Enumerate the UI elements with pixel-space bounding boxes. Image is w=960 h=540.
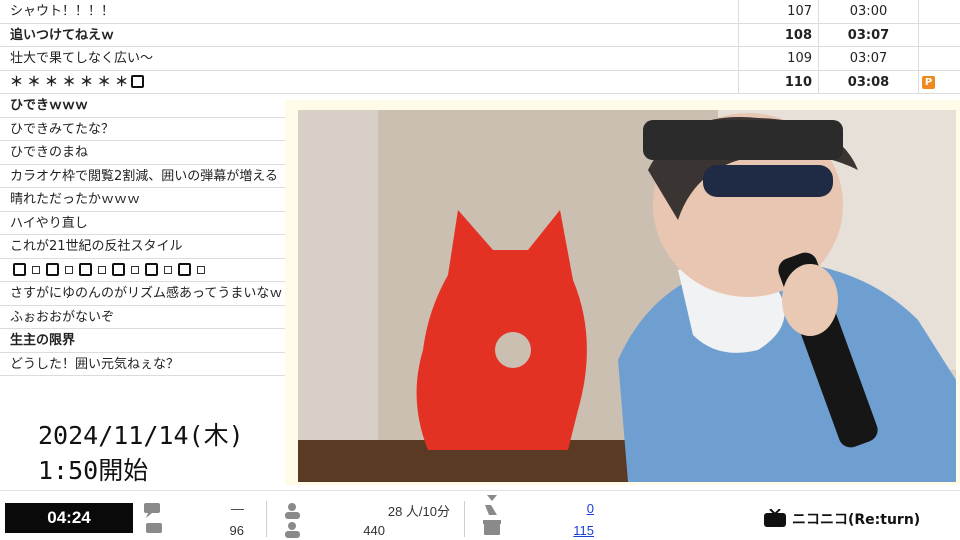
comment-time: 03:00	[818, 0, 918, 23]
comment-text: 生主の限界	[10, 333, 76, 348]
comment-mark-cell	[918, 47, 960, 70]
comment-text	[10, 259, 290, 282]
comment-icon	[144, 503, 162, 533]
comment-text: ＊ ＊ ＊ ＊ ＊ ＊ ＊	[10, 71, 730, 94]
divider	[266, 501, 267, 537]
video-frame-image	[298, 110, 956, 482]
ad-points-link[interactable]: 0	[530, 501, 594, 516]
box-symbols-icon	[10, 262, 208, 278]
comment-mark-cell	[918, 0, 960, 23]
comment-text: 壮大で果てしなく広い～	[10, 51, 154, 66]
gift-points-link[interactable]: 115	[530, 523, 594, 538]
comment-mark-cell	[918, 23, 960, 47]
premium-badge-icon: P	[922, 75, 935, 89]
broadcast-start-time: 1:50開始	[38, 456, 149, 485]
divider	[464, 501, 465, 537]
niconico-logo: ニコニコ(Re:turn)	[792, 512, 921, 528]
broadcast-date: 2024/11/14(木)	[38, 421, 244, 450]
comment-text: シャウト！！！！	[10, 4, 115, 19]
comment-time: 03:08	[818, 70, 918, 94]
viewer-count: 440	[363, 523, 385, 538]
comment-text: カラオケ枠で閲覧2割減、囲いの弾幕が増える	[10, 168, 278, 184]
ad-gift-icon	[483, 495, 501, 535]
elapsed-time: 04:24	[5, 503, 133, 533]
comment-row[interactable]: ＊ ＊ ＊ ＊ ＊ ＊ ＊ 110 03:08 P	[0, 70, 960, 94]
viewer-rate: 28 人/10分	[387, 504, 450, 519]
comment-number: 109	[738, 47, 814, 70]
comment-number: 110	[738, 70, 814, 94]
comment-rate: —	[231, 501, 244, 516]
comment-text: 晴れただったかｗｗｗ	[10, 192, 141, 207]
tv-icon	[764, 509, 786, 527]
comment-mark-cell: P	[918, 70, 960, 94]
status-bar: 04:24 — 96 28 人/10分 440 0 115 ニコニコ(Re:tu…	[0, 490, 960, 540]
box-symbol-icon	[131, 74, 145, 88]
comment-row[interactable]: 壮大で果てしなく広い～ 109 03:07	[0, 47, 960, 71]
comment-text: さすがにゆのんのがリズム感あってうまいなｗ	[10, 286, 283, 301]
comment-time: 03:07	[818, 23, 918, 47]
comment-text: ハイやり直し	[10, 215, 88, 231]
comment-text: ひできのまね	[10, 145, 89, 160]
comment-number: 108	[738, 23, 814, 47]
comment-number: 107	[738, 0, 814, 23]
comment-row[interactable]: 追いつけてねえｗ 108 03:07	[0, 23, 960, 47]
comment-count: 96	[229, 523, 244, 538]
broadcast-date-overlay: 2024/11/14(木) 1:50開始	[0, 408, 283, 490]
comment-time: 03:07	[818, 47, 918, 70]
comment-text: 追いつけてねえｗ	[10, 27, 115, 43]
viewer-icon	[285, 503, 300, 538]
comment-text: ふぉおおがないぞ	[10, 309, 115, 325]
comment-row[interactable]: シャウト！！！！ 107 03:00	[0, 0, 960, 24]
comment-text: どうした！囲い元気ねぇな？	[10, 356, 180, 372]
video-player[interactable]	[298, 110, 956, 482]
comment-text: ひできｗｗｗ	[10, 98, 89, 113]
comment-text: ひできみてたな？	[10, 121, 115, 137]
comment-text: これが21世紀の反社スタイル	[10, 239, 183, 254]
